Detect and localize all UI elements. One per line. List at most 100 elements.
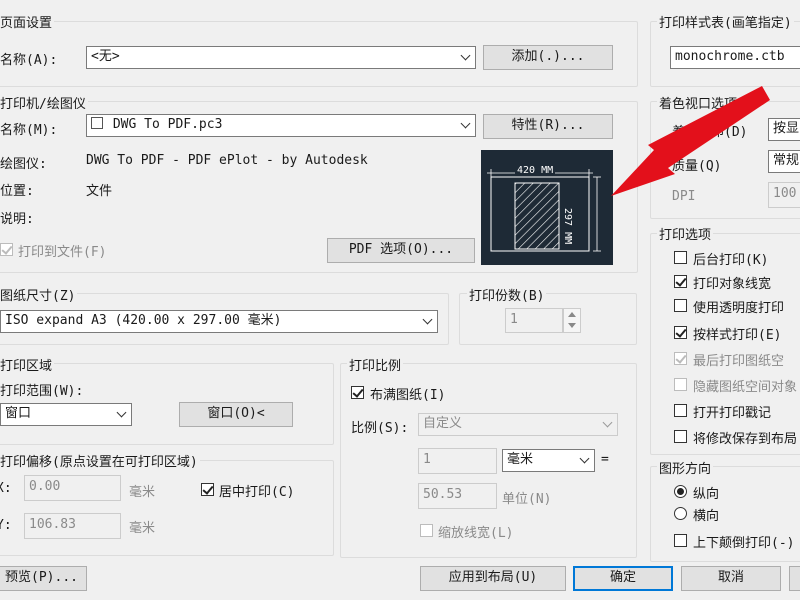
chevron-down-icon [460, 118, 471, 129]
equals-sign: = [601, 452, 609, 467]
plot-option-label: 打印对象线宽 [693, 277, 772, 292]
plot-style-value: monochrome.ctb [675, 49, 785, 64]
preview-button[interactable]: 预览(P)... [0, 566, 87, 591]
page-setup-name-label: 名称(A): [0, 53, 58, 68]
scale-combo[interactable]: 自定义 [418, 413, 618, 436]
offset-y-input[interactable]: 106.83 [24, 513, 121, 539]
plot-range-label: 打印范围(W): [0, 384, 84, 399]
landscape-label: 横向 [693, 509, 720, 524]
fit-to-paper-checkbox[interactable] [351, 386, 364, 399]
center-plot-checkbox[interactable] [201, 483, 214, 496]
portrait-radio[interactable] [674, 485, 687, 498]
paper-preview: 420 MM 297 MM [481, 150, 613, 265]
plot-range-combo[interactable]: 窗口 [0, 403, 132, 426]
offset-y-label: Y: [0, 518, 12, 533]
preview-height-label: 297 MM [562, 206, 573, 247]
offset-y-unit: 毫米 [129, 521, 156, 536]
pdf-options-button[interactable]: PDF 选项(O)... [327, 238, 475, 263]
plot-paperspace-last-checkbox[interactable] [674, 352, 687, 365]
upside-down-checkbox[interactable] [674, 534, 687, 547]
offset-x-label: X: [0, 481, 12, 496]
unit-label: 单位(N) [502, 492, 552, 507]
quality-value: 常规 [773, 153, 800, 168]
plot-scale-title: 打印比例 [347, 355, 404, 374]
print-to-file-label: 打印到文件(F) [18, 245, 107, 260]
printer-icon [91, 117, 103, 129]
offset-x-input[interactable]: 0.00 [24, 475, 121, 501]
spin-up-icon[interactable] [568, 312, 576, 317]
preview-width-label: 420 MM [515, 165, 556, 176]
add-button[interactable]: 添加(.)... [483, 45, 613, 70]
location-label: 位置: [0, 184, 34, 199]
description-label: 说明: [0, 212, 34, 227]
scale-lineweights-checkbox[interactable] [420, 524, 433, 537]
plotter-value: DWG To PDF - PDF ePlot - by Autodesk [86, 153, 368, 168]
scale-unit-value: 毫米 [507, 452, 534, 467]
dpi-label: DPI [672, 189, 696, 204]
upside-down-label: 上下颠倒打印(-) [693, 536, 795, 551]
copies-input[interactable]: 1 [505, 308, 563, 333]
plot-transparency-checkbox[interactable] [674, 299, 687, 312]
plot-option-label: 按样式打印(E) [693, 328, 782, 343]
chevron-down-icon [460, 50, 471, 61]
plot-with-styles-checkbox[interactable] [674, 326, 687, 339]
page-setup-name-combo[interactable]: <无> [86, 46, 476, 69]
scale-label: 比例(S): [351, 421, 409, 436]
printer-name-label: 名称(M): [0, 123, 58, 138]
plot-option-label: 使用透明度打印 [693, 301, 785, 316]
ok-button[interactable]: 确定 [573, 566, 673, 591]
location-value: 文件 [86, 184, 113, 199]
print-to-file-checkbox[interactable] [0, 243, 13, 256]
window-button[interactable]: 窗口(O)< [179, 402, 293, 427]
save-changes-to-layout-checkbox[interactable] [674, 430, 687, 443]
spin-down-icon[interactable] [568, 323, 576, 328]
plot-lineweights-checkbox[interactable] [674, 275, 687, 288]
plot-style-combo[interactable]: monochrome.ctb [670, 46, 800, 69]
center-plot-label: 居中打印(C) [219, 485, 295, 500]
background-plot-checkbox[interactable] [674, 251, 687, 264]
dpi-input[interactable]: 100 [768, 182, 800, 208]
chevron-down-icon [602, 417, 613, 428]
paper-size-value: ISO expand A3 (420.00 x 297.00 毫米) [5, 313, 282, 328]
orientation-title: 图形方向 [657, 458, 714, 477]
scale-unit-combo[interactable]: 毫米 [502, 449, 595, 472]
hide-paperspace-objects-checkbox[interactable] [674, 378, 687, 391]
quality-combo[interactable]: 常规 [768, 150, 800, 173]
printer-name-combo[interactable]: DWG To PDF.pc3 [86, 114, 476, 137]
scale-value: 自定义 [423, 416, 463, 431]
help-button[interactable] [789, 566, 800, 591]
plot-option-label: 隐藏图纸空间对象 [693, 380, 798, 395]
plot-options-title: 打印选项 [657, 224, 714, 243]
page-setup-name-value: <无> [91, 49, 120, 64]
shade-plot-label: 着色打印(D) [672, 125, 748, 140]
chevron-down-icon [116, 407, 127, 418]
scale-value1-input[interactable]: 1 [418, 448, 497, 474]
plotter-label: 绘图仪: [0, 157, 47, 172]
plot-option-label: 将修改保存到布局 [693, 432, 798, 447]
properties-button[interactable]: 特性(R)... [483, 114, 613, 139]
quality-label: 质量(Q) [672, 159, 722, 174]
chevron-down-icon [579, 453, 590, 464]
scale-lineweights-label: 缩放线宽(L) [438, 526, 514, 541]
portrait-label: 纵向 [693, 487, 720, 502]
plot-stamp-checkbox[interactable] [674, 404, 687, 417]
copies-title: 打印份数(B) [467, 285, 547, 304]
landscape-radio[interactable] [674, 507, 687, 520]
shade-plot-combo[interactable]: 按显 [768, 118, 800, 141]
copies-spinner[interactable] [563, 308, 581, 333]
paper-size-title: 图纸尺寸(Z) [0, 285, 78, 304]
printer-title: 打印机/绘图仪 [0, 93, 88, 112]
paper-size-combo[interactable]: ISO expand A3 (420.00 x 297.00 毫米) [0, 310, 438, 333]
fit-to-paper-label: 布满图纸(I) [370, 388, 446, 403]
plot-area-title: 打印区域 [0, 355, 55, 374]
apply-to-layout-button[interactable]: 应用到布局(U) [420, 566, 566, 591]
shaded-viewport-title: 着色视口选项 [657, 93, 740, 112]
plot-option-label: 打开打印戳记 [693, 406, 772, 421]
page-setup-title: 页面设置 [0, 12, 55, 31]
chevron-down-icon [422, 314, 433, 325]
shade-plot-value: 按显 [773, 121, 800, 136]
cancel-button[interactable]: 取消 [681, 566, 781, 591]
plot-style-title: 打印样式表(画笔指定) [657, 12, 794, 31]
scale-value2-input[interactable]: 50.53 [418, 483, 497, 509]
printer-name-value: DWG To PDF.pc3 [112, 117, 223, 132]
